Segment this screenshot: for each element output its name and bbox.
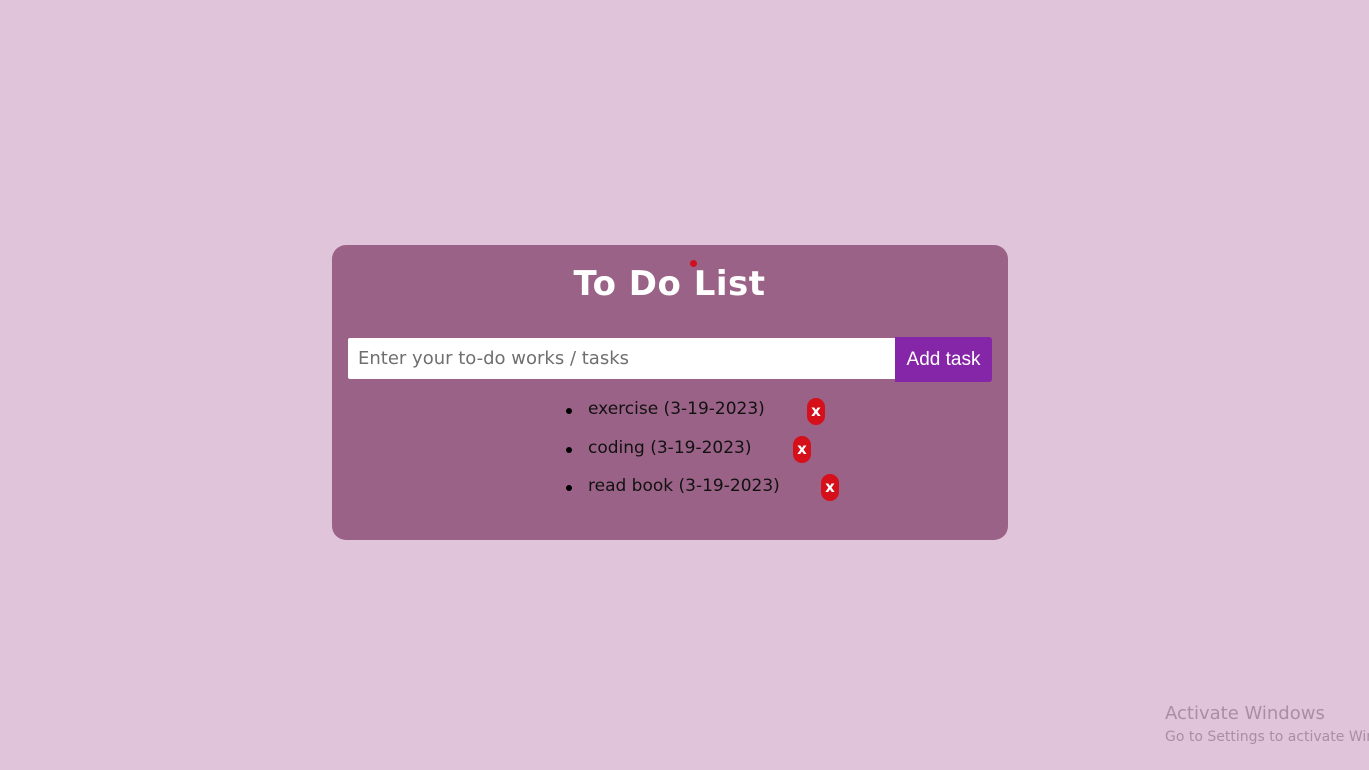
page-title: To Do List bbox=[573, 264, 766, 304]
task-text: read book (3-19-2023) bbox=[588, 476, 780, 496]
task-input[interactable] bbox=[348, 338, 895, 379]
delete-task-button[interactable]: x bbox=[793, 436, 811, 463]
add-task-button[interactable]: Add task bbox=[895, 337, 992, 382]
delete-task-button[interactable]: x bbox=[821, 474, 839, 501]
bullet-icon bbox=[566, 408, 572, 414]
bullet-icon bbox=[566, 447, 572, 453]
delete-task-button[interactable]: x bbox=[807, 398, 825, 425]
task-text: exercise (3-19-2023) bbox=[588, 399, 765, 419]
watermark-title: Activate Windows bbox=[1165, 703, 1325, 724]
bullet-icon bbox=[566, 485, 572, 491]
activate-windows-watermark: Activate Windows Go to Settings to activ… bbox=[1165, 703, 1369, 747]
watermark-subtitle: Go to Settings to activate Windows. bbox=[1165, 729, 1369, 745]
task-text: coding (3-19-2023) bbox=[588, 438, 752, 458]
cursor-dot-icon bbox=[690, 260, 697, 267]
